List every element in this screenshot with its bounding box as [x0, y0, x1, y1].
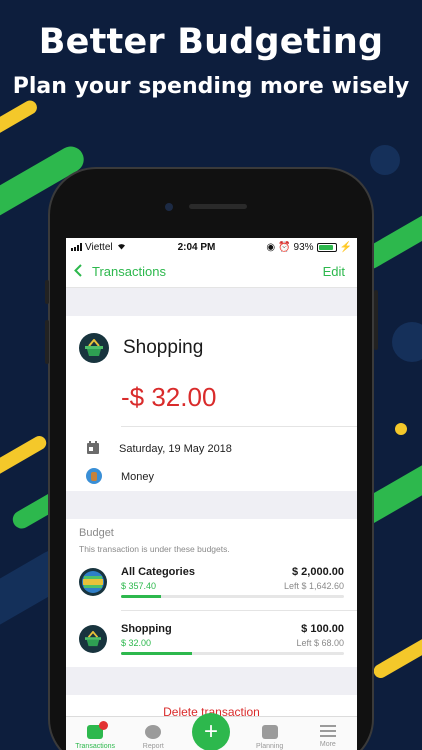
status-bar: Viettel 2:04 PM ◉ ⏰ 93% ⚡: [66, 238, 357, 256]
globe-icon: [79, 568, 107, 596]
budget-spent: $ 357.40: [121, 581, 157, 591]
phone-side-button: [45, 280, 49, 304]
add-transaction-button[interactable]: +: [192, 713, 230, 750]
budget-spent: $ 32.00: [121, 638, 152, 648]
promo-headline: Better Budgeting: [38, 22, 384, 62]
edit-button[interactable]: Edit: [323, 264, 345, 279]
notification-badge: [99, 721, 109, 730]
back-button[interactable]: Transactions: [74, 263, 166, 280]
transaction-date: Saturday, 19 May 2018: [119, 443, 232, 455]
app-screen: Viettel 2:04 PM ◉ ⏰ 93% ⚡ Transactions E…: [66, 238, 357, 750]
yellow-stripe: [0, 97, 40, 141]
nav-bar: Transactions Edit: [66, 256, 357, 288]
tab-label: Transactions: [75, 743, 115, 750]
budget-item-all-categories[interactable]: All Categories $ 2,000.00 $ 357.40 Left …: [66, 554, 357, 610]
tab-more[interactable]: More: [299, 717, 357, 748]
budget-progress-bar: [121, 652, 344, 655]
budget-total: $ 2,000.00: [292, 566, 344, 578]
shopping-basket-icon: [79, 333, 109, 363]
bubble: [370, 145, 400, 175]
orientation-lock-icon: ◉: [266, 241, 276, 253]
budget-progress-bar: [121, 595, 344, 598]
camera: [165, 203, 173, 211]
tab-planning[interactable]: Planning: [241, 717, 299, 750]
money-jar-icon: [86, 467, 102, 487]
dot: [395, 423, 407, 435]
budget-title: Budget: [79, 527, 114, 539]
budget-item-shopping[interactable]: Shopping $ 100.00 $ 32.00 Left $ 68.00: [66, 611, 357, 667]
transaction-wallet: Money: [121, 471, 155, 483]
battery-icon: [316, 242, 337, 252]
chevron-left-icon: [74, 263, 82, 280]
phone-side-button: [374, 290, 378, 350]
transaction-card: Shopping -$ 32.00 Saturday, 19 May 2018 …: [66, 316, 357, 491]
yellow-stripe: [0, 433, 49, 481]
budget-left: Left $ 68.00: [296, 638, 344, 648]
nav-title: Transactions: [92, 264, 166, 279]
transaction-category: Shopping: [123, 337, 204, 358]
promo-subline: Plan your spending more wisely: [12, 74, 410, 99]
bubble: [392, 322, 422, 362]
status-time: 2:04 PM: [177, 241, 216, 253]
budget-section: Budget This transaction is under these b…: [66, 519, 357, 667]
speaker: [189, 204, 247, 209]
phone-side-button: [45, 320, 49, 364]
charging-icon: ⚡: [339, 241, 352, 253]
tab-label: More: [319, 741, 336, 748]
budget-name: Shopping: [121, 623, 172, 635]
yellow-stripe: [371, 633, 422, 681]
menu-icon: [319, 725, 336, 737]
budget-subtitle: This transaction is under these budgets.: [79, 544, 230, 554]
tab-report[interactable]: Report: [124, 717, 182, 750]
pie-chart-icon: [145, 725, 162, 739]
tab-transactions[interactable]: Transactions: [66, 717, 124, 750]
planning-icon: [261, 725, 278, 739]
plus-icon: +: [203, 718, 218, 745]
wifi-icon: [116, 241, 127, 253]
carrier: Viettel: [85, 241, 113, 253]
battery-percent: 93%: [293, 241, 314, 253]
alarm-icon: ⏰: [278, 241, 291, 253]
tab-label: Planning: [256, 743, 284, 750]
wallet-row[interactable]: Money: [66, 463, 357, 491]
calendar-icon: [86, 440, 100, 458]
transaction-amount: -$ 32.00: [121, 382, 217, 412]
shopping-basket-icon: [79, 625, 107, 653]
signal-icon: [71, 243, 82, 251]
tab-label: Report: [142, 743, 164, 750]
budget-total: $ 100.00: [301, 623, 344, 635]
date-row[interactable]: Saturday, 19 May 2018: [66, 435, 357, 463]
budget-name: All Categories: [121, 566, 195, 578]
budget-left: Left $ 1,642.60: [283, 581, 344, 591]
